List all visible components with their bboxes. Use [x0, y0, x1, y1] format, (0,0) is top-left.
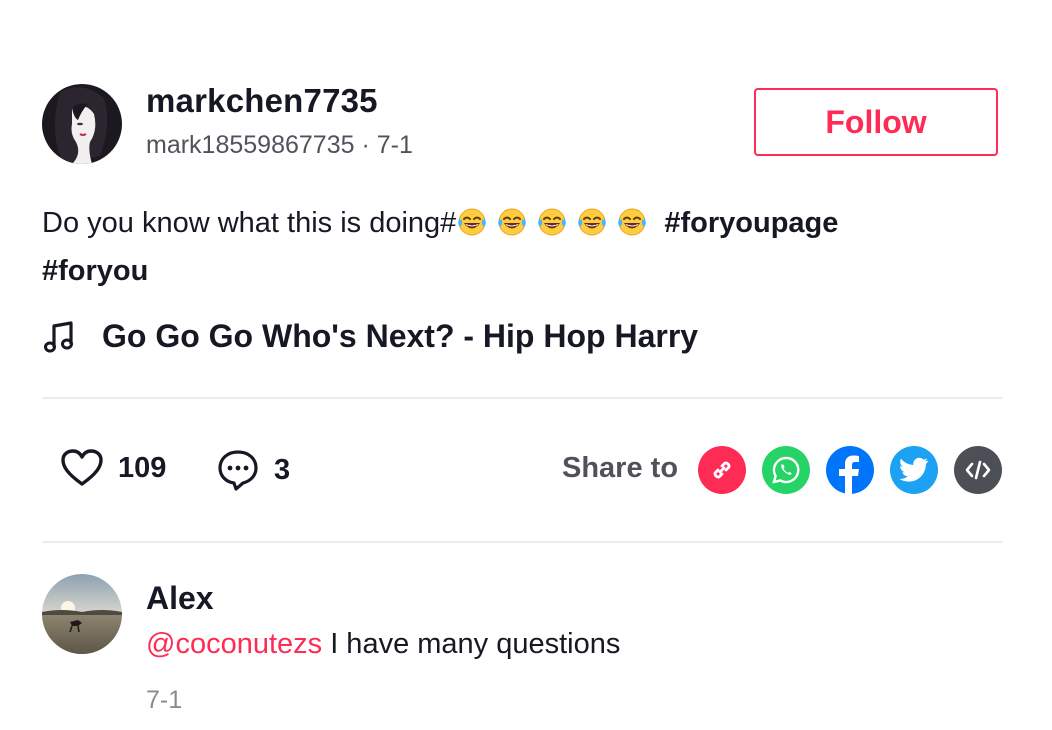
face-with-tears-of-joy-icon [538, 208, 567, 236]
heart-icon [61, 449, 103, 486]
author-handle: mark18559867735 [146, 131, 355, 159]
music-title[interactable]: Go Go Go Who's Next? - Hip Hop Harry [102, 318, 698, 355]
face-with-tears-of-joy-icon [578, 208, 607, 236]
date-separator: · [354, 131, 377, 159]
link-icon [713, 461, 731, 479]
post-date: 7-1 [376, 131, 413, 159]
caption-text: Do you know what this is doing# [42, 207, 457, 239]
facebook-icon [839, 455, 859, 494]
code-embed-icon [965, 460, 991, 480]
hashtag-foryou[interactable]: #foryou [42, 255, 148, 287]
like-count: 109 [118, 451, 167, 484]
divider [42, 541, 1002, 543]
music-note-icon [44, 320, 73, 352]
like-stat[interactable]: 109 [60, 448, 166, 488]
author-subline: mark18559867735 · 7-1 [146, 131, 413, 160]
post-caption: Do you know what this is doing# #foryoup… [42, 199, 942, 295]
comment-text: I have many questions [322, 628, 621, 660]
emoji-group [456, 207, 656, 239]
follow-button[interactable]: Follow [754, 88, 998, 156]
hashtag-foryoupage[interactable]: #foryoupage [664, 207, 838, 239]
share-embed-button[interactable] [954, 446, 1002, 494]
face-with-tears-of-joy-icon [498, 208, 527, 236]
share-twitter-button[interactable] [890, 446, 938, 494]
comment-body: @coconutezs I have many questions [146, 628, 620, 661]
comment-date: 7-1 [146, 686, 183, 714]
face-with-tears-of-joy-icon [618, 208, 647, 236]
commenter-name[interactable]: Alex [146, 580, 214, 617]
share-facebook-button[interactable] [826, 446, 874, 494]
face-with-tears-of-joy-icon [458, 208, 487, 236]
author-username[interactable]: markchen7735 [146, 82, 378, 120]
divider [42, 397, 1002, 399]
comment-bubble-icon [218, 450, 258, 491]
share-copy-link-button[interactable] [698, 446, 746, 494]
comment-count: 3 [274, 453, 291, 486]
author-avatar[interactable] [42, 84, 122, 164]
music-row[interactable]: Go Go Go Who's Next? - Hip Hop Harry [42, 318, 698, 355]
comment-mention[interactable]: @coconutezs [146, 628, 322, 660]
share-label: Share to [562, 452, 679, 484]
share-whatsapp-button[interactable] [762, 446, 810, 494]
commenter-avatar[interactable] [42, 574, 122, 654]
whatsapp-icon [772, 456, 800, 484]
comment-stat[interactable]: 3 [216, 448, 290, 492]
twitter-bird-icon [899, 457, 928, 482]
